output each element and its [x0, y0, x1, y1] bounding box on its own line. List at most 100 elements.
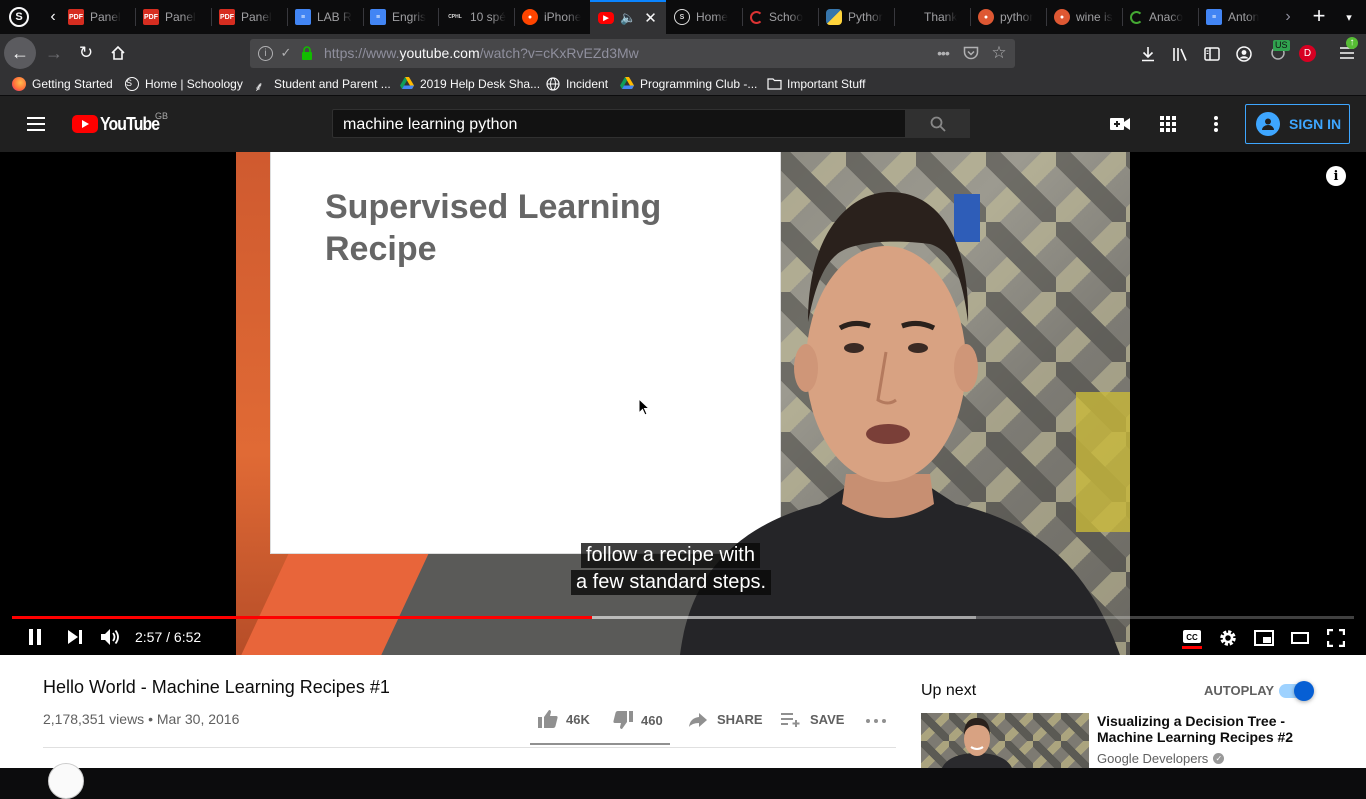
tab-schoology-home[interactable]: S Home: [674, 0, 742, 34]
up-next-title[interactable]: Visualizing a Decision Tree - Machine Le…: [1097, 713, 1297, 745]
up-next-thumbnail[interactable]: [921, 713, 1089, 768]
page-actions-icon[interactable]: •••: [934, 45, 952, 61]
forward-icon[interactable]: →: [42, 39, 66, 67]
sign-in-button[interactable]: SIGN IN: [1245, 104, 1350, 144]
youtube-masthead: YouTube GB machine learning python SIGN …: [0, 96, 1366, 152]
tab-youtube-active[interactable]: ▶ 🔈 ✕: [590, 0, 666, 34]
back-icon[interactable]: ←: [4, 37, 36, 69]
new-tab-icon[interactable]: +: [1308, 3, 1330, 28]
tab-title: Engris: [392, 10, 427, 24]
tab-title: LAB R: [317, 10, 352, 24]
tab-docs-anton[interactable]: ≡ Anton: [1206, 0, 1274, 34]
tab-thank[interactable]: Thank: [902, 0, 970, 34]
address-bar[interactable]: i ✓ https://www.youtube.com/watch?v=cKxR…: [250, 39, 1015, 68]
reload-icon[interactable]: ↻: [74, 39, 98, 67]
url-domain: youtube.com: [399, 45, 480, 61]
update-available-icon[interactable]: ↑: [1346, 37, 1358, 49]
loading-icon: [1130, 10, 1143, 24]
dislike-button[interactable]: 460: [613, 711, 663, 729]
tab-scroll-left-icon[interactable]: ‹: [44, 8, 62, 26]
bookmark-help-desk[interactable]: 2019 Help Desk Sha...: [400, 75, 540, 93]
account-icon[interactable]: [1234, 44, 1254, 64]
bookmark-label: 2019 Help Desk Sha...: [420, 77, 541, 91]
share-button[interactable]: SHARE: [689, 712, 763, 727]
tab-title: Panel: [90, 10, 121, 24]
like-button[interactable]: 46K: [538, 710, 590, 728]
bookmark-folder-important[interactable]: Important Stuff: [767, 75, 866, 93]
tab-scroll-right-icon[interactable]: ›: [1280, 8, 1296, 26]
list-all-tabs-icon[interactable]: ▾: [1340, 8, 1358, 26]
pdf-icon: PDF: [68, 9, 84, 25]
bookmark-getting-started[interactable]: Getting Started: [12, 75, 113, 93]
settings-gear-icon[interactable]: [1216, 626, 1240, 650]
autoplay-toggle-knob: [1294, 681, 1314, 701]
browser-tab-strip: S ‹ PDF Panel PDF Panel PDF Panel ≡ LAB …: [0, 0, 1366, 34]
save-button[interactable]: SAVE: [781, 712, 844, 727]
caption-line-2: a few standard steps.: [571, 570, 772, 595]
tab-docs-engris[interactable]: ≡ Engris: [370, 0, 438, 34]
tab-title: Pythor: [848, 10, 883, 24]
create-video-icon[interactable]: [1108, 112, 1132, 136]
autoplay-toggle[interactable]: [1279, 681, 1314, 701]
share-label: SHARE: [717, 712, 763, 727]
caption-line-1: follow a recipe with: [581, 543, 760, 568]
apps-grid-icon[interactable]: [1156, 112, 1180, 136]
video-info-icon[interactable]: i: [1326, 166, 1346, 186]
settings-more-icon[interactable]: [1204, 112, 1228, 136]
tab-10-spe[interactable]: CPHL 10 spé: [446, 0, 514, 34]
youtube-logo[interactable]: YouTube GB: [72, 111, 168, 135]
sidebar-icon[interactable]: [1202, 44, 1222, 64]
library-icon[interactable]: [1170, 44, 1190, 64]
home-icon[interactable]: [106, 39, 130, 67]
search-input[interactable]: machine learning python: [343, 116, 517, 134]
reddit-icon: ●: [522, 9, 538, 25]
share-arrow-icon: [689, 712, 707, 727]
tracking-protection-icon[interactable]: ✓: [278, 45, 294, 61]
subtitles-cc-icon[interactable]: CC: [1180, 626, 1204, 650]
next-video-icon[interactable]: [64, 626, 86, 648]
tab-pdf-2[interactable]: PDF Panel: [143, 0, 211, 34]
publish-date: Mar 30, 2016: [156, 711, 240, 727]
pocket-icon[interactable]: [962, 45, 980, 61]
tab-schoology-loading[interactable]: Schoo: [750, 0, 818, 34]
bookmark-incident[interactable]: Incident: [546, 75, 608, 93]
profile-avatar[interactable]: D: [1299, 45, 1316, 62]
search-button[interactable]: [906, 109, 970, 138]
volume-icon[interactable]: [100, 626, 122, 648]
tab-anaconda[interactable]: Anaco: [1130, 0, 1198, 34]
downloads-icon[interactable]: [1138, 44, 1158, 64]
theater-mode-icon[interactable]: [1288, 626, 1312, 650]
bookmark-programming-club[interactable]: Programming Club -...: [620, 75, 757, 93]
pdf-icon: PDF: [143, 9, 159, 25]
progress-track[interactable]: [12, 616, 1354, 619]
bookmark-star-icon[interactable]: ☆: [990, 43, 1008, 62]
tab-close-icon[interactable]: ✕: [644, 9, 657, 27]
bookmark-home-schoology[interactable]: S Home | Schoology: [125, 75, 243, 93]
tab-ddg-wine[interactable]: ● wine is: [1054, 0, 1122, 34]
bookmark-student-parent[interactable]: ⸙ Student and Parent ...: [254, 75, 391, 94]
tab-pdf-1[interactable]: PDF Panel: [68, 0, 136, 34]
search-box[interactable]: machine learning python: [332, 109, 906, 138]
speaker-muted-icon[interactable]: 🔈: [620, 10, 636, 26]
schoology-icon: S: [674, 9, 690, 25]
url-text[interactable]: https://www.youtube.com/watch?v=cKxRvEZd…: [324, 45, 639, 61]
miniplayer-icon[interactable]: [1252, 626, 1276, 650]
channel-avatar[interactable]: [48, 763, 84, 799]
tab-python[interactable]: Pythor: [826, 0, 894, 34]
bookmark-label: Programming Club -...: [640, 77, 758, 91]
divider: [43, 747, 896, 748]
watch-info-section: Hello World - Machine Learning Recipes #…: [0, 655, 1366, 799]
site-icon: CPHL: [448, 14, 462, 20]
youtube-icon: ▶: [598, 12, 614, 24]
tab-reddit-iphone[interactable]: ● iPhone: [522, 0, 590, 34]
tab-docs-lab[interactable]: ≡ LAB R: [295, 0, 363, 34]
tab-ddg-python[interactable]: ● pythor: [978, 0, 1046, 34]
extension-s-icon[interactable]: S: [9, 7, 29, 27]
tab-pdf-3[interactable]: PDF Panel: [219, 0, 287, 34]
up-next-channel[interactable]: Google Developers: [1097, 751, 1208, 766]
more-actions-icon[interactable]: [864, 713, 888, 729]
pause-icon[interactable]: [24, 626, 46, 648]
guide-menu-icon[interactable]: [24, 112, 48, 136]
fullscreen-icon[interactable]: [1324, 626, 1348, 650]
info-icon[interactable]: i: [258, 46, 273, 61]
